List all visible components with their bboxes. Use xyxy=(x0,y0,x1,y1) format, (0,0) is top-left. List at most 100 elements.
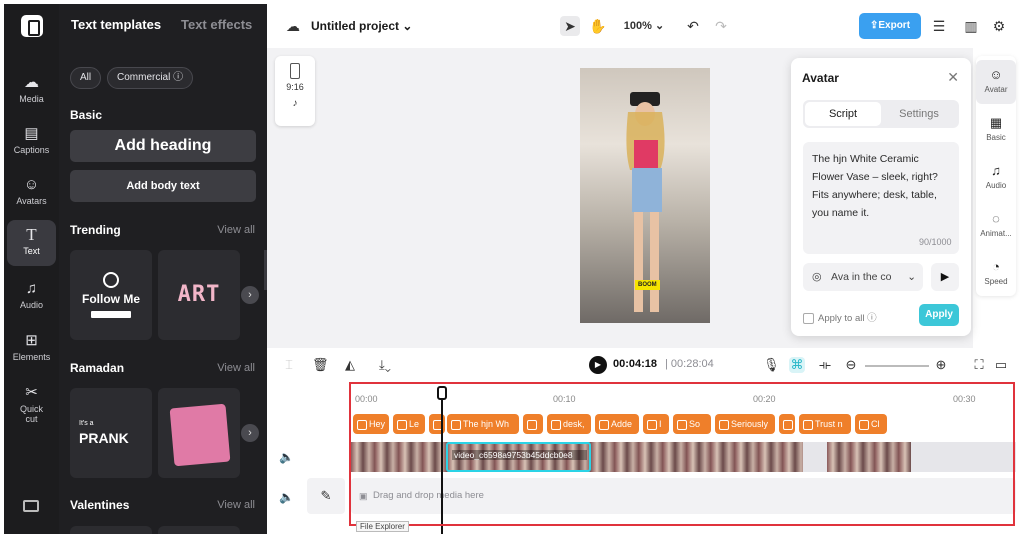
template-thumb-art[interactable]: ART xyxy=(158,250,240,340)
text-icon: T xyxy=(26,225,37,244)
flip-icon[interactable]: ◭ xyxy=(342,357,358,373)
total-time: | 00:28:04 xyxy=(665,358,714,370)
speaker-icon[interactable]: 🔈 xyxy=(279,490,294,504)
rail-label: Quick cut xyxy=(19,404,43,424)
audio-icon: ♫ xyxy=(991,163,1001,178)
rail-item-avatars[interactable]: ☺ Avatars xyxy=(7,170,56,216)
chevron-right-icon[interactable]: › xyxy=(241,424,259,442)
export-button[interactable]: ⇪Export xyxy=(859,13,921,39)
avatar-tabs: Script Settings xyxy=(803,100,959,128)
fit-screen-icon[interactable]: ⛶ xyxy=(971,357,987,373)
avatar-panel: Avatar ✕ Script Settings The hjn White C… xyxy=(791,58,971,336)
stack-layers-icon[interactable]: ☰ xyxy=(929,16,949,36)
download-dropdown-icon[interactable]: ⤓⌄ xyxy=(372,357,398,373)
filter-commercial[interactable]: Commercial ⓘ xyxy=(107,67,194,89)
split-track-icon[interactable]: ⟛ xyxy=(817,357,833,373)
app-logo xyxy=(21,15,43,37)
apply-button[interactable]: Apply xyxy=(919,304,959,326)
chevron-down-icon: ⌄ xyxy=(402,19,413,33)
rail-item-captions[interactable]: ▤ Captions xyxy=(7,119,56,165)
play-preview-button[interactable]: ▶ xyxy=(931,263,959,291)
template-thumb[interactable] xyxy=(70,526,152,534)
rside-speed[interactable]: ◔ Speed xyxy=(976,252,1016,296)
project-name[interactable]: Untitled project ⌄ xyxy=(311,19,412,33)
template-text: ART xyxy=(177,282,221,307)
rside-basic[interactable]: ▦ Basic xyxy=(976,108,1016,152)
template-thumb-follow-me[interactable]: Follow Me xyxy=(70,250,152,340)
edit-pen-icon[interactable]: ✎ xyxy=(307,478,345,514)
auto-snap-icon[interactable]: ⌘ xyxy=(789,357,805,373)
pink-card-shape xyxy=(169,403,231,467)
chevron-down-icon: ⌄ xyxy=(907,271,916,283)
template-thumb-prank[interactable]: It's a PRANK xyxy=(70,388,152,478)
speaker-icon[interactable]: 🔈 xyxy=(279,450,294,464)
play-button[interactable]: ▶ xyxy=(589,356,607,374)
template-thumb-pink-card[interactable] xyxy=(158,388,240,478)
filter-all[interactable]: All xyxy=(70,67,102,89)
section-title-basic: Basic xyxy=(70,108,103,122)
voice-selector[interactable]: ◎ Ava in the co ⌄ xyxy=(803,263,923,291)
split-layout-icon[interactable]: ▥ xyxy=(961,16,981,36)
video-preview[interactable]: BOOM xyxy=(580,68,710,323)
rail-item-audio[interactable]: ♫ Audio xyxy=(7,274,56,320)
elements-icon: ⊞ xyxy=(25,332,38,349)
redo-icon[interactable]: ↷ xyxy=(711,16,731,36)
chevron-right-icon[interactable]: › xyxy=(241,286,259,304)
rail-label: Captions xyxy=(13,145,50,155)
tab-text-templates[interactable]: Text templates xyxy=(71,17,161,32)
apply-to-all-checkbox[interactable]: Apply to all ⓘ xyxy=(803,310,877,324)
tab-script[interactable]: Script xyxy=(805,102,881,126)
checkbox[interactable] xyxy=(803,312,814,324)
media-icon: ☁ xyxy=(24,74,39,91)
left-nav-rail: ☁ Media ▤ Captions ☺ Avatars T Text ♫ Au… xyxy=(4,4,59,534)
aspect-ratio-selector[interactable]: 9:16 ♪ xyxy=(275,56,315,126)
add-body-text-button[interactable]: Add body text xyxy=(70,170,256,202)
template-small-text: It's a xyxy=(79,420,94,427)
zoom-slider[interactable] xyxy=(865,365,929,367)
phone-portrait-icon xyxy=(290,63,300,79)
tooltip: File Explorer xyxy=(356,521,409,532)
keyboard-shortcuts-icon[interactable] xyxy=(23,500,39,512)
tab-settings[interactable]: Settings xyxy=(881,102,957,126)
rail-item-elements[interactable]: ⊞ Elements xyxy=(7,326,56,372)
view-all-trending[interactable]: View all xyxy=(217,224,255,236)
template-subtag xyxy=(91,311,131,318)
rside-avatar[interactable]: ☺ Avatar xyxy=(976,60,1016,104)
rail-label: Elements xyxy=(12,352,51,362)
section-title-ramadan: Ramadan xyxy=(70,361,125,375)
current-time: 00:04:18 xyxy=(613,358,658,370)
timeline-toolbar: ⌶ 🗑 ◭ ⤓⌄ ▶ 00:04:18 | 00:28:04 🎙 ⌘ ⟛ ⊖ ⊕… xyxy=(267,350,1024,380)
zoom-out-icon[interactable]: ⊖ xyxy=(843,357,859,373)
view-all-ramadan[interactable]: View all xyxy=(217,362,255,374)
speed-gauge-icon: ◔ xyxy=(992,259,1000,274)
rside-label: Audio xyxy=(985,181,1007,190)
hand-pan-icon[interactable]: ✋ xyxy=(588,16,608,36)
close-icon[interactable]: ✕ xyxy=(947,69,959,86)
rail-item-quick-cut[interactable]: ✂ Quick cut xyxy=(7,378,56,428)
select-pointer-icon[interactable]: ➤ xyxy=(560,16,580,36)
add-heading-button[interactable]: Add heading xyxy=(70,130,256,162)
zoom-in-icon[interactable]: ⊕ xyxy=(933,357,949,373)
captions-icon: ▤ xyxy=(24,125,39,142)
settings-gear-icon[interactable]: ⚙ xyxy=(989,16,1009,36)
comment-icon[interactable]: ▭ xyxy=(993,357,1009,373)
rail-label: Text xyxy=(23,246,40,256)
aspect-ratio-label: 9:16 xyxy=(286,82,304,92)
template-thumb[interactable] xyxy=(158,526,240,534)
microphone-icon[interactable]: 🎙 xyxy=(763,357,780,373)
avatar-panel-title: Avatar xyxy=(802,71,839,85)
quick-cut-icon: ✂ xyxy=(25,384,38,401)
rside-audio[interactable]: ♫ Audio xyxy=(976,156,1016,200)
tab-text-effects[interactable]: Text effects xyxy=(181,17,252,32)
undo-icon[interactable]: ↶ xyxy=(683,16,703,36)
split-icon[interactable]: ⌶ xyxy=(281,357,297,373)
rail-item-text[interactable]: T Text xyxy=(7,220,56,266)
delete-trash-icon[interactable]: 🗑 xyxy=(312,357,329,373)
film-basic-icon: ▦ xyxy=(989,115,1003,130)
cloud-save-icon[interactable]: ☁ xyxy=(283,16,303,36)
rside-animation[interactable]: ◌ Animat... xyxy=(976,204,1016,248)
zoom-level-dropdown[interactable]: 100% ⌄ xyxy=(619,16,669,36)
tiktok-icon: ♪ xyxy=(292,98,298,109)
rail-item-media[interactable]: ☁ Media xyxy=(7,68,56,114)
view-all-valentines[interactable]: View all xyxy=(217,499,255,511)
